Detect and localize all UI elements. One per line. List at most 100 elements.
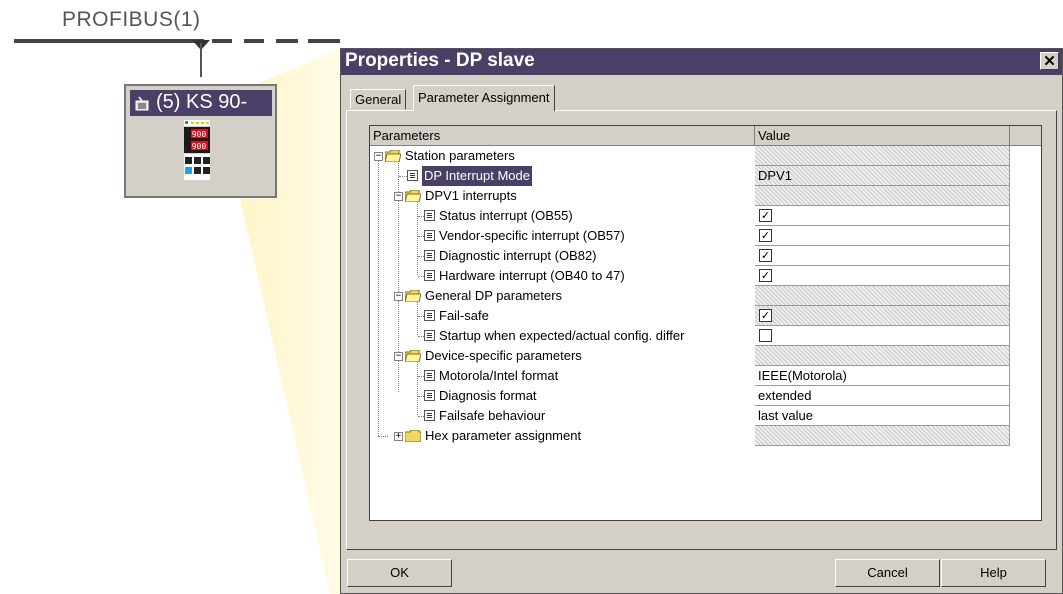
collapse-icon[interactable]: −	[394, 192, 403, 201]
tree-node: Motorola/Intel format	[370, 366, 755, 386]
tree-row-hardware-interrupt[interactable]: Hardware interrupt (OB40 to 47) ✓	[370, 266, 1041, 286]
profibus-line-dash	[276, 39, 298, 43]
row-label: Motorola/Intel format	[439, 368, 559, 383]
column-header-value[interactable]: Value	[755, 126, 1010, 146]
tree-row-station-parameters[interactable]: − Station parameters	[370, 146, 1041, 166]
open-folder-icon	[385, 150, 401, 162]
row-label: Status interrupt (OB55)	[439, 208, 573, 223]
profibus-line-dash	[212, 39, 232, 43]
parameter-icon	[424, 210, 435, 221]
tree-node: + Hex parameter assignment	[370, 426, 755, 446]
tree-row-device-specific-parameters[interactable]: − Device-specific parameters	[370, 346, 1041, 366]
slave-device-icon	[135, 96, 149, 111]
collapse-icon[interactable]: −	[394, 292, 403, 301]
tree-node: − Device-specific parameters	[370, 346, 755, 366]
tree-row-dpv1-interrupts[interactable]: − DPV1 interrupts	[370, 186, 1041, 206]
row-value[interactable]: extended	[755, 386, 1010, 406]
row-value[interactable]: last value	[755, 406, 1010, 426]
profibus-line-dash	[308, 39, 340, 43]
row-label: Startup when expected/actual config. dif…	[439, 328, 685, 343]
column-header-parameters[interactable]: Parameters	[370, 126, 755, 146]
tree-row-hex-parameter-assignment[interactable]: + Hex parameter assignment	[370, 426, 1041, 446]
tree-node: Diagnosis format	[370, 386, 755, 406]
profibus-line-dash	[244, 39, 264, 43]
parameter-icon	[424, 250, 435, 261]
properties-dialog: Properties - DP slave ✕ General Paramete…	[340, 48, 1063, 594]
collapse-icon[interactable]: −	[394, 352, 403, 361]
slave-title-bar: (5) KS 90-	[130, 90, 272, 116]
checkbox[interactable]: ✓	[759, 309, 772, 322]
checkbox[interactable]: ✓	[759, 209, 772, 222]
grid-header: Parameters Value	[370, 126, 1041, 146]
row-value	[755, 426, 1010, 446]
tree-node: − Station parameters	[370, 146, 755, 166]
controller-device-icon: 900 900	[184, 120, 210, 180]
tab-general[interactable]: General	[350, 89, 407, 109]
tree-node: Failsafe behaviour	[370, 406, 755, 426]
tree-row-motorola-intel-format[interactable]: Motorola/Intel format IEEE(Motorola)	[370, 366, 1041, 386]
parameter-icon	[424, 390, 435, 401]
help-button[interactable]: Help	[941, 559, 1046, 587]
parameter-icon	[424, 370, 435, 381]
profibus-line[interactable]	[14, 39, 204, 43]
row-label: Diagnostic interrupt (OB82)	[439, 248, 597, 263]
row-value: ✓	[755, 226, 1010, 246]
tree-row-failsafe-behaviour[interactable]: Failsafe behaviour last value	[370, 406, 1041, 426]
tree-row-diagnostic-interrupt[interactable]: Diagnostic interrupt (OB82) ✓	[370, 246, 1041, 266]
dp-slave-node[interactable]: (5) KS 90- 900 900	[124, 84, 277, 198]
close-button[interactable]: ✕	[1040, 52, 1059, 70]
device-display-bottom: 900	[192, 142, 207, 151]
tab-parameter-assignment[interactable]: Parameter Assignment	[413, 85, 555, 111]
dialog-title: Properties - DP slave	[345, 50, 535, 71]
checkbox[interactable]: ✓	[759, 249, 772, 262]
tree-node: DP Interrupt Mode	[370, 166, 755, 186]
open-folder-icon	[405, 350, 421, 362]
tree-node: Vendor-specific interrupt (OB57)	[370, 226, 755, 246]
row-label: Diagnosis format	[439, 388, 537, 403]
row-label: General DP parameters	[425, 288, 563, 303]
checkbox[interactable]: ✓	[759, 269, 772, 282]
dialog-titlebar[interactable]: Properties - DP slave ✕	[341, 49, 1062, 75]
open-folder-icon	[405, 190, 421, 202]
row-value: ✓	[755, 266, 1010, 286]
row-label: Fail-safe	[439, 308, 489, 323]
row-value	[755, 326, 1010, 346]
parameter-icon	[424, 270, 435, 281]
tree-row-diagnosis-format[interactable]: Diagnosis format extended	[370, 386, 1041, 406]
row-value	[755, 146, 1010, 166]
close-icon: ✕	[1043, 53, 1056, 70]
checkbox[interactable]: ✓	[759, 229, 772, 242]
tree-line	[378, 436, 388, 437]
tree-node: − General DP parameters	[370, 286, 755, 306]
parameter-icon	[424, 230, 435, 241]
tree-row-vendor-specific-interrupt[interactable]: Vendor-specific interrupt (OB57) ✓	[370, 226, 1041, 246]
tree-node: Startup when expected/actual config. dif…	[370, 326, 755, 346]
parameter-icon	[424, 330, 435, 341]
tree-node: Fail-safe	[370, 306, 755, 326]
row-value	[755, 346, 1010, 366]
tree-row-fail-safe[interactable]: Fail-safe ✓	[370, 306, 1041, 326]
row-value: ✓	[755, 246, 1010, 266]
collapse-icon[interactable]: −	[374, 152, 383, 161]
expand-icon[interactable]: +	[394, 432, 403, 441]
parameter-icon	[424, 310, 435, 321]
checkbox[interactable]	[759, 329, 772, 342]
tree-node: − DPV1 interrupts	[370, 186, 755, 206]
row-label: Vendor-specific interrupt (OB57)	[439, 228, 625, 243]
tree-node: Diagnostic interrupt (OB82)	[370, 246, 755, 266]
row-label: Device-specific parameters	[425, 348, 582, 363]
column-header-spacer	[1010, 126, 1041, 146]
cancel-button[interactable]: Cancel	[835, 559, 940, 587]
row-value[interactable]: DPV1	[755, 166, 1010, 186]
tree-node: Status interrupt (OB55)	[370, 206, 755, 226]
device-display-top: 900	[192, 130, 207, 139]
tree-row-dp-interrupt-mode[interactable]: DP Interrupt Mode DPV1	[370, 166, 1041, 186]
tree-row-general-dp-parameters[interactable]: − General DP parameters	[370, 286, 1041, 306]
parameter-icon	[424, 410, 435, 421]
ok-button[interactable]: OK	[347, 559, 452, 587]
profibus-label[interactable]: PROFIBUS(1)	[62, 8, 201, 32]
row-value[interactable]: IEEE(Motorola)	[755, 366, 1010, 386]
row-value	[755, 286, 1010, 306]
tree-row-startup-config-differ[interactable]: Startup when expected/actual config. dif…	[370, 326, 1041, 346]
tree-row-status-interrupt[interactable]: Status interrupt (OB55) ✓	[370, 206, 1041, 226]
